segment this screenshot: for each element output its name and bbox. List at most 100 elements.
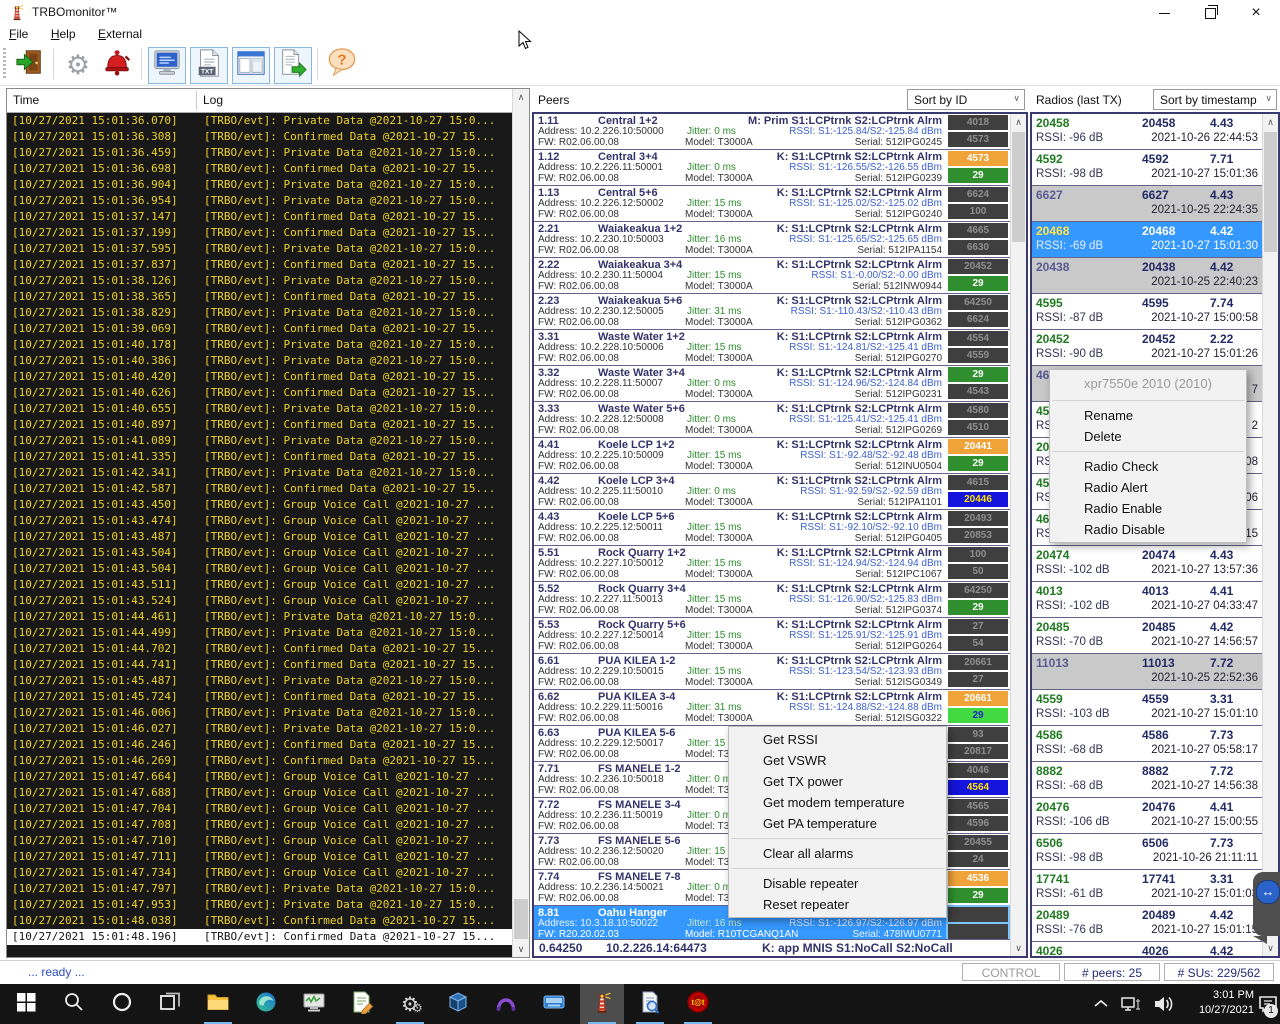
- context-menu-item[interactable]: Get PA temperature: [729, 813, 946, 834]
- peers-sort-select[interactable]: Sort by ID ∨: [907, 89, 1025, 110]
- settings-gears-taskbar-button[interactable]: ⚙⚙: [388, 984, 432, 1024]
- log-row[interactable]: [10/27/2021 15:01:46.269][TRBO/evt]: Con…: [7, 753, 513, 769]
- peer-row[interactable]: 5.53Rock Quarry 5+6K: S1:LCPtrnk S2:LCPt…: [534, 618, 1026, 654]
- log-row[interactable]: [10/27/2021 15:01:42.341][TRBO/evt]: Pri…: [7, 465, 513, 481]
- radio-row[interactable]: 662766274.432021-10-25 22:24:35: [1032, 186, 1263, 222]
- radio-row[interactable]: 20474204744.43RSSI: -102 dB2021-10-27 13…: [1032, 546, 1263, 582]
- tat-app-taskbar-button[interactable]: t@t: [676, 984, 720, 1024]
- radio-row[interactable]: 20476204764.41RSSI: -106 dB2021-10-27 15…: [1032, 798, 1263, 834]
- context-menu-item[interactable]: Rename: [1050, 405, 1246, 426]
- radios-scrollbar[interactable]: ∧ ∨: [1262, 114, 1278, 956]
- log-col-divider[interactable]: [196, 91, 197, 110]
- cube-app-taskbar-button[interactable]: [436, 984, 480, 1024]
- log-row[interactable]: [10/27/2021 15:01:37.595][TRBO/evt]: Pri…: [7, 241, 513, 257]
- log-row[interactable]: [10/27/2021 15:01:36.904][TRBO/evt]: Pri…: [7, 177, 513, 193]
- log-row[interactable]: [10/27/2021 15:01:40.386][TRBO/evt]: Pri…: [7, 353, 513, 369]
- doc-search-taskbar-button[interactable]: [628, 984, 672, 1024]
- peer-row[interactable]: 6.62PUA KILEA 3-4K: S1:LCPtrnk S2:LCPtrn…: [534, 690, 1026, 726]
- log-row[interactable]: [10/27/2021 15:01:43.524][TRBO/evt]: Gro…: [7, 593, 513, 609]
- context-menu-item[interactable]: Disable repeater: [729, 873, 946, 894]
- peer-row[interactable]: 2.21Waiakeakua 1+2K: S1:LCPtrnk S2:LCPtr…: [534, 222, 1026, 258]
- tray-volume-icon[interactable]: [1148, 984, 1178, 1024]
- help-bubble-button[interactable]: ?: [324, 47, 360, 82]
- log-row[interactable]: [10/27/2021 15:01:40.178][TRBO/evt]: Pri…: [7, 337, 513, 353]
- log-row[interactable]: [10/27/2021 15:01:40.626][TRBO/evt]: Con…: [7, 385, 513, 401]
- log-row[interactable]: [10/27/2021 15:01:46.246][TRBO/evt]: Con…: [7, 737, 513, 753]
- peer-row[interactable]: 5.52Rock Quarry 3+4K: S1:LCPtrnk S2:LCPt…: [534, 582, 1026, 618]
- log-row[interactable]: [10/27/2021 15:01:43.511][TRBO/evt]: Gro…: [7, 577, 513, 593]
- peer-row[interactable]: 4.42Koele LCP 3+4K: S1:LCPtrnk S2:LCPtrn…: [534, 474, 1026, 510]
- radio-row[interactable]: 20489204894.42RSSI: -76 dB2021-10-27 15:…: [1032, 906, 1263, 942]
- radio-row[interactable]: 20468204684.42RSSI: -69 dB2021-10-27 15:…: [1032, 222, 1263, 258]
- cortana-taskbar-button[interactable]: [100, 984, 144, 1024]
- menu-help[interactable]: Help: [42, 24, 85, 43]
- toolbar-grip[interactable]: [3, 48, 6, 80]
- log-row[interactable]: [10/27/2021 15:01:40.420][TRBO/evt]: Con…: [7, 369, 513, 385]
- log-row[interactable]: [10/27/2021 15:01:47.734][TRBO/evt]: Gro…: [7, 865, 513, 881]
- peer-row[interactable]: 2.22Waiakeakua 3+4K: S1:LCPtrnk S2:LCPtr…: [534, 258, 1026, 294]
- log-row[interactable]: [10/27/2021 15:01:42.587][TRBO/evt]: Con…: [7, 481, 513, 497]
- export-log-button[interactable]: [274, 47, 312, 84]
- context-menu-item[interactable]: Delete: [1050, 426, 1246, 447]
- search-taskbar-button[interactable]: [52, 984, 96, 1024]
- context-menu-item[interactable]: Clear all alarms: [729, 843, 946, 864]
- scroll-up-icon[interactable]: ∧: [1263, 114, 1278, 130]
- peer-row[interactable]: 1.13Central 5+6K: S1:LCPtrnk S2:LCPtrnk …: [534, 186, 1026, 222]
- restore-button[interactable]: [1188, 0, 1232, 26]
- monitor-wave-taskbar-button[interactable]: [292, 984, 336, 1024]
- log-row[interactable]: [10/27/2021 15:01:48.196][TRBO/evt]: Con…: [7, 929, 513, 945]
- log-row[interactable]: [10/27/2021 15:01:36.308][TRBO/evt]: Con…: [7, 129, 513, 145]
- peers-scroll-thumb[interactable]: [1012, 132, 1025, 242]
- log-row[interactable]: [10/27/2021 15:01:48.038][TRBO/evt]: Con…: [7, 913, 513, 929]
- context-menu-item[interactable]: Radio Disable: [1050, 519, 1246, 540]
- log-row[interactable]: [10/27/2021 15:01:43.450][TRBO/evt]: Gro…: [7, 497, 513, 513]
- context-menu-item[interactable]: Radio Enable: [1050, 498, 1246, 519]
- log-row[interactable]: [10/27/2021 15:01:47.710][TRBO/evt]: Gro…: [7, 833, 513, 849]
- radio-row[interactable]: 402640264.42: [1032, 942, 1263, 956]
- notification-center-icon[interactable]: 1: [1256, 984, 1280, 1024]
- radio-row[interactable]: 401340134.41RSSI: -102 dB2021-10-27 04:3…: [1032, 582, 1263, 618]
- edge-browser-taskbar-button[interactable]: [244, 984, 288, 1024]
- log-row[interactable]: [10/27/2021 15:01:41.335][TRBO/evt]: Con…: [7, 449, 513, 465]
- radios-sort-select[interactable]: Sort by timestamp ∨: [1153, 89, 1277, 110]
- log-row[interactable]: [10/27/2021 15:01:47.664][TRBO/evt]: Gro…: [7, 769, 513, 785]
- radio-row[interactable]: 458645867.73RSSI: -68 dB2021-10-27 05:58…: [1032, 726, 1263, 762]
- radio-row[interactable]: 888288827.72RSSI: -68 dB2021-10-27 14:56…: [1032, 762, 1263, 798]
- log-row[interactable]: [10/27/2021 15:01:45.487][TRBO/evt]: Pri…: [7, 673, 513, 689]
- peer-row[interactable]: 5.51Rock Quarry 1+2K: S1:LCPtrnk S2:LCPt…: [534, 546, 1026, 582]
- log-row[interactable]: [10/27/2021 15:01:47.711][TRBO/evt]: Gro…: [7, 849, 513, 865]
- log-row[interactable]: [10/27/2021 15:01:36.459][TRBO/evt]: Pri…: [7, 145, 513, 161]
- log-row[interactable]: [10/27/2021 15:01:38.126][TRBO/evt]: Pri…: [7, 273, 513, 289]
- context-menu-item[interactable]: Radio Check: [1050, 456, 1246, 477]
- radio-row[interactable]: 459245927.71RSSI: -98 dB2021-10-27 15:01…: [1032, 150, 1263, 186]
- arc-app-taskbar-button[interactable]: [484, 984, 528, 1024]
- keyboard-app-taskbar-button[interactable]: [532, 984, 576, 1024]
- scroll-up-icon[interactable]: ∧: [1011, 114, 1026, 130]
- log-row[interactable]: [10/27/2021 15:01:40.655][TRBO/evt]: Pri…: [7, 401, 513, 417]
- log-row[interactable]: [10/27/2021 15:01:47.953][TRBO/evt]: Pri…: [7, 897, 513, 913]
- radios-scroll-thumb[interactable]: [1264, 132, 1277, 252]
- log-row[interactable]: [10/27/2021 15:01:41.089][TRBO/evt]: Pri…: [7, 433, 513, 449]
- log-row[interactable]: [10/27/2021 15:01:37.147][TRBO/evt]: Con…: [7, 209, 513, 225]
- peer-row[interactable]: 4.43Koele LCP 5+6K: S1:LCPtrnk S2:LCPtrn…: [534, 510, 1026, 546]
- log-row[interactable]: [10/27/2021 15:01:45.724][TRBO/evt]: Con…: [7, 689, 513, 705]
- log-row[interactable]: [10/27/2021 15:01:44.741][TRBO/evt]: Con…: [7, 657, 513, 673]
- peer-row[interactable]: 1.12Central 3+4K: S1:LCPtrnk S2:LCPtrnk …: [534, 150, 1026, 186]
- log-row[interactable]: [10/27/2021 15:01:37.199][TRBO/evt]: Con…: [7, 225, 513, 241]
- exit-door-button[interactable]: [12, 47, 48, 82]
- radio-row[interactable]: 650665067.73RSSI: -98 dB2021-10-26 21:11…: [1032, 834, 1263, 870]
- radio-row[interactable]: 20452204522.22RSSI: -90 dB2021-10-27 15:…: [1032, 330, 1263, 366]
- peer-row[interactable]: 3.33Waste Water 5+6K: S1:LCPtrnk S2:LCPt…: [534, 402, 1026, 438]
- context-menu-item[interactable]: Get TX power: [729, 771, 946, 792]
- log-row[interactable]: [10/27/2021 15:01:46.006][TRBO/evt]: Pri…: [7, 705, 513, 721]
- tray-chevron-up-icon[interactable]: [1088, 984, 1114, 1024]
- log-row[interactable]: [10/27/2021 15:01:47.688][TRBO/evt]: Gro…: [7, 785, 513, 801]
- context-menu-item[interactable]: Get RSSI: [729, 729, 946, 750]
- peer-row[interactable]: 6.61PUA KILEA 1-2K: S1:LCPtrnk S2:LCPtrn…: [534, 654, 1026, 690]
- log-row[interactable]: [10/27/2021 15:01:39.069][TRBO/evt]: Con…: [7, 321, 513, 337]
- peer-row[interactable]: 4.41Koele LCP 1+2K: S1:LCPtrnk S2:LCPtrn…: [534, 438, 1026, 474]
- context-menu-item[interactable]: Get VSWR: [729, 750, 946, 771]
- settings-gear-button[interactable]: ⚙: [60, 47, 96, 82]
- log-row[interactable]: [10/27/2021 15:01:38.365][TRBO/evt]: Con…: [7, 289, 513, 305]
- radio-row[interactable]: 20458204584.43RSSI: -96 dB2021-10-26 22:…: [1032, 114, 1263, 150]
